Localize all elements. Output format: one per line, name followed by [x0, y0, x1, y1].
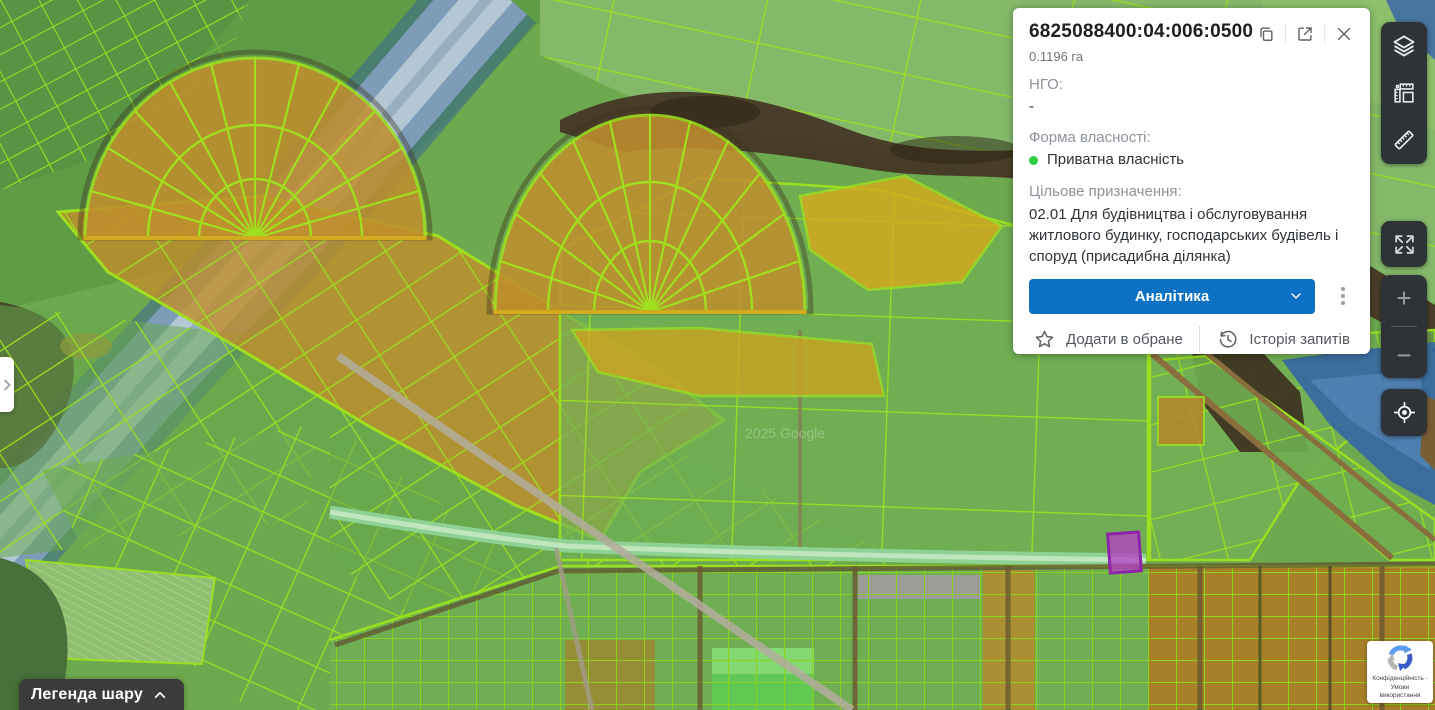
analytics-button[interactable]: Аналітика [1029, 279, 1315, 314]
legend-label: Легенда шару [31, 686, 143, 704]
fullscreen-button[interactable] [1381, 221, 1427, 267]
more-options-button[interactable] [1332, 281, 1354, 311]
chevron-up-icon [152, 687, 168, 703]
measure-plot-button[interactable] [1381, 70, 1427, 116]
recaptcha-terms: Конфіденційність - Умови використання [1367, 674, 1433, 701]
chevron-down-icon [1288, 288, 1304, 304]
layers-button[interactable] [1381, 23, 1427, 69]
ownership-status-dot [1029, 156, 1038, 165]
add-favorite-label: Додати в обране [1066, 331, 1183, 348]
locate-group [1381, 389, 1427, 436]
layers-icon [1391, 33, 1417, 59]
ruler-button[interactable] [1381, 117, 1427, 163]
minus-icon: − [1396, 342, 1411, 368]
selected-parcel[interactable] [1108, 532, 1142, 573]
map-watermark: 2025 Google [745, 425, 825, 441]
copy-icon [1256, 24, 1276, 44]
legend-toggle[interactable]: Легенда шару [19, 679, 184, 710]
locate-icon [1392, 400, 1417, 425]
bottom-parcel-strip [330, 564, 1435, 710]
close-panel-button[interactable] [1331, 21, 1357, 47]
divider [1199, 326, 1200, 352]
analytics-button-label: Аналітика [1135, 288, 1209, 305]
plus-icon: + [1396, 285, 1411, 311]
zoom-in-button[interactable]: + [1381, 275, 1427, 321]
parcel-area: 0.1196 га [1029, 49, 1354, 64]
map-tools-group [1381, 22, 1427, 164]
ngo-value: - [1029, 97, 1354, 117]
open-external-button[interactable] [1292, 21, 1318, 47]
zoom-out-button[interactable]: − [1381, 332, 1427, 378]
cadastral-map-app: 2025 Google Легенда шару 6825088400:04:0… [0, 0, 1435, 710]
parcel-id: 6825088400:04:006:0500 [1029, 21, 1253, 43]
add-favorite-button[interactable]: Додати в обране [1029, 326, 1187, 353]
ruler-icon [1391, 127, 1417, 153]
recaptcha-icon [1382, 643, 1418, 674]
purpose-label: Цільове призначення: [1029, 183, 1354, 200]
panel-expander[interactable] [0, 357, 14, 412]
external-link-icon [1295, 24, 1315, 44]
locate-me-button[interactable] [1381, 390, 1427, 436]
purpose-value: 02.01 Для будівництва і обслуговування ж… [1029, 204, 1354, 267]
star-icon [1033, 328, 1056, 351]
recaptcha-badge[interactable]: Конфіденційність - Умови використання [1367, 641, 1433, 703]
history-button[interactable]: Історія запитів [1212, 326, 1354, 353]
copy-button[interactable] [1253, 21, 1279, 47]
ngo-label: НГО: [1029, 76, 1354, 93]
fullscreen-icon [1392, 232, 1417, 257]
history-clock-icon [1216, 328, 1239, 351]
measure-plot-icon [1392, 81, 1417, 106]
divider [1391, 326, 1417, 327]
history-label: Історія запитів [1249, 331, 1350, 348]
close-icon [1334, 24, 1354, 44]
zoom-controls: + − [1381, 275, 1427, 378]
chevron-right-icon [2, 378, 12, 392]
divider [1324, 24, 1325, 44]
ownership-value: Приватна власність [1047, 150, 1184, 170]
ownership-label: Форма власності: [1029, 129, 1354, 146]
fullscreen-group [1381, 221, 1427, 267]
parcel-info-panel: 6825088400:04:006:0500 [1013, 8, 1370, 354]
divider [1285, 24, 1286, 44]
